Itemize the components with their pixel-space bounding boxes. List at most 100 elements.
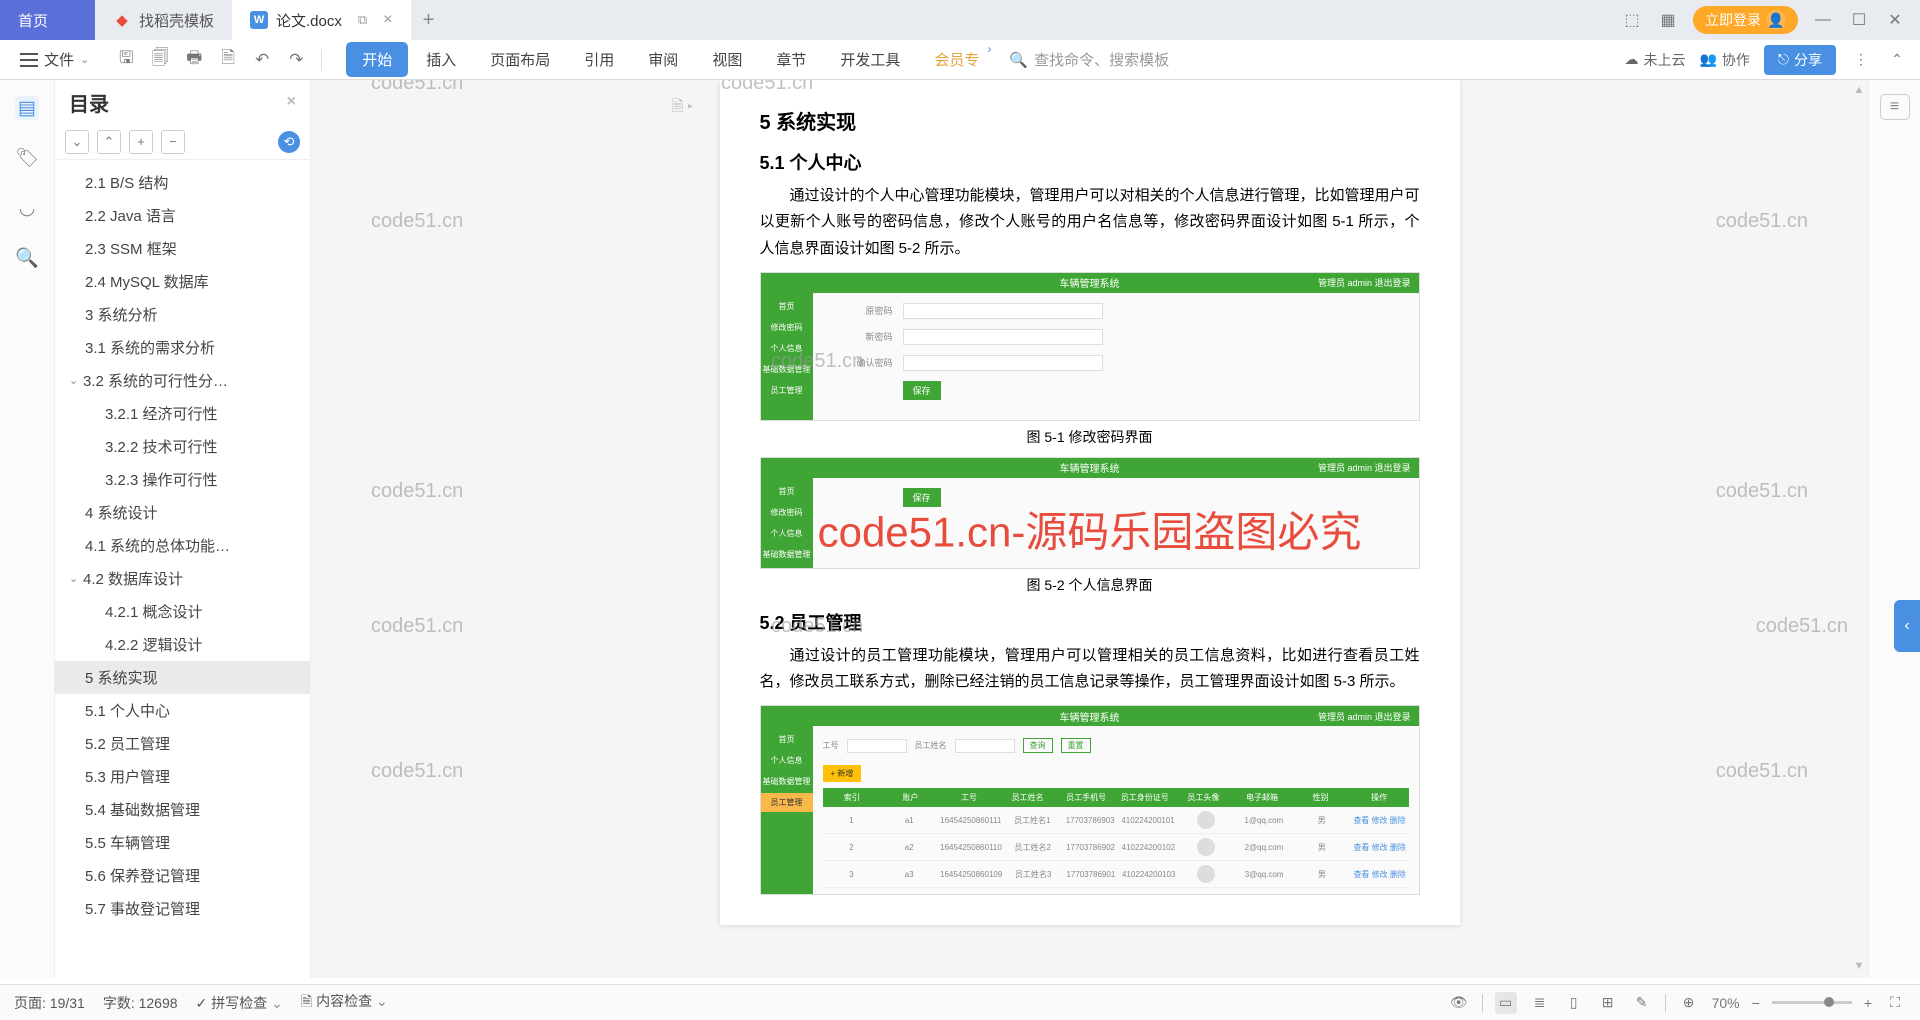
collaborate-button[interactable]: 👥 协作 <box>1699 50 1749 70</box>
title-bar: 首页 ◆ 找稻壳模板 W 论文.docx ⧉ × + ⬚ ▦ 立即登录 👤 — … <box>0 0 1920 40</box>
preview-icon[interactable]: 🗎 <box>217 49 239 71</box>
ribbon-bookmark-icon[interactable]: ◡ <box>15 196 39 220</box>
ribbon-tab-devtools[interactable]: 开发工具 <box>824 42 916 77</box>
search-rail-icon[interactable]: 🔍 <box>15 246 39 270</box>
outline-item[interactable]: 5.3 用户管理 <box>55 760 310 793</box>
right-panel-toggle-icon[interactable]: ≡ <box>1880 94 1910 120</box>
ribbon-tab-member[interactable]: 会员专 <box>918 42 995 77</box>
outline-item[interactable]: 5.2 员工管理 <box>55 727 310 760</box>
close-icon[interactable]: × <box>383 11 392 29</box>
tab-home[interactable]: 首页 <box>0 0 95 40</box>
outline-item[interactable]: 2.2 Java 语言 <box>55 199 310 232</box>
minimize-icon[interactable]: — <box>1812 9 1834 31</box>
eye-icon[interactable]: 👁 <box>1448 992 1470 1014</box>
tab-template[interactable]: ◆ 找稻壳模板 <box>95 0 232 40</box>
view-web-icon[interactable]: ⊞ <box>1597 992 1619 1014</box>
ribbon-tab-view[interactable]: 视图 <box>696 42 758 77</box>
avatar-icon: 👤 <box>1766 10 1786 30</box>
ribbon-tab-insert[interactable]: 插入 <box>410 42 472 77</box>
ribbon-tab-review[interactable]: 审阅 <box>632 42 694 77</box>
spell-check-button[interactable]: ✓拼写检查 <box>196 993 283 1013</box>
search-placeholder: 查找命令、搜索模板 <box>1034 49 1169 70</box>
zoom-in-icon[interactable]: + <box>1864 995 1872 1011</box>
command-search[interactable]: 🔍 查找命令、搜索模板 <box>1009 49 1169 70</box>
outline-item[interactable]: 4.2.2 逻辑设计 <box>55 628 310 661</box>
share-button[interactable]: ⎋ 分享 <box>1764 45 1836 75</box>
more-icon[interactable]: ⋮ <box>1850 49 1872 71</box>
level-up-icon[interactable]: + <box>129 130 153 154</box>
ribbon-tab-section[interactable]: 章节 <box>760 42 822 77</box>
zoom-reset-icon[interactable]: ⊕ <box>1678 992 1700 1014</box>
zoom-out-icon[interactable]: − <box>1752 995 1760 1011</box>
ribbon-tab-references[interactable]: 引用 <box>568 42 630 77</box>
outline-icon[interactable]: ▤ <box>15 96 39 120</box>
status-words[interactable]: 字数: 12698 <box>103 993 178 1013</box>
outline-item[interactable]: 5.5 车辆管理 <box>55 826 310 859</box>
level-down-icon[interactable]: − <box>161 130 185 154</box>
collapse-all-icon[interactable]: ⌄ <box>65 130 89 154</box>
view-outline-icon[interactable]: ≣ <box>1529 992 1551 1014</box>
right-rail: ≡ <box>1868 80 1920 978</box>
document-viewport[interactable]: 🗎 ▸ 5 系统实现 5.1 个人中心 通过设计的个人中心管理功能模块，管理用户… <box>311 80 1868 978</box>
scrollbar[interactable]: ▲ ▼ <box>1852 80 1866 978</box>
sync-icon[interactable]: ⟲ <box>278 131 300 153</box>
watermark: code51.cn <box>371 480 463 503</box>
new-tab-button[interactable]: + <box>411 9 447 32</box>
outline-item[interactable]: 5.6 保养登记管理 <box>55 859 310 892</box>
outline-item[interactable]: 4.1 系统的总体功能… <box>55 529 310 562</box>
outline-item[interactable]: 2.3 SSM 框架 <box>55 232 310 265</box>
heading-5-2: 5.2 员工管理 <box>760 609 1420 635</box>
outline-item[interactable]: 3.2.2 技术可行性 <box>55 430 310 463</box>
edit-icon[interactable]: ✎ <box>1631 992 1653 1014</box>
fullscreen-icon[interactable]: ⛶ <box>1884 992 1906 1014</box>
outline-item[interactable]: 3.1 系统的需求分析 <box>55 331 310 364</box>
outline-item[interactable]: 2.1 B/S 结构 <box>55 166 310 199</box>
outline-item[interactable]: 2.4 MySQL 数据库 <box>55 265 310 298</box>
outline-item[interactable]: 4 系统设计 <box>55 496 310 529</box>
outline-item[interactable]: ⌄4.2 数据库设计 <box>55 562 310 595</box>
save-icon[interactable]: 🖫 <box>115 49 137 71</box>
zoom-slider[interactable] <box>1772 1001 1852 1004</box>
side-handle[interactable]: ‹ <box>1894 600 1920 652</box>
maximize-icon[interactable]: ☐ <box>1848 9 1870 31</box>
view-read-icon[interactable]: ▯ <box>1563 992 1585 1014</box>
layout-icon[interactable]: ⬚ <box>1621 9 1643 31</box>
outline-item[interactable]: 5 系统实现 <box>55 661 310 694</box>
expand-all-icon[interactable]: ⌃ <box>97 130 121 154</box>
paragraph-5-1: 通过设计的个人中心管理功能模块，管理用户可以对相关的个人信息进行管理，比如管理用… <box>760 183 1420 262</box>
redo-icon[interactable]: ↷ <box>285 49 307 71</box>
print-icon[interactable]: 🖶 <box>183 49 205 71</box>
outline-item[interactable]: 3.2.3 操作可行性 <box>55 463 310 496</box>
window-close-icon[interactable]: ✕ <box>1884 9 1906 31</box>
scroll-up-icon[interactable]: ▲ <box>1852 84 1866 98</box>
export-icon[interactable]: 🗐 <box>149 49 171 71</box>
undo-icon[interactable]: ↶ <box>251 49 273 71</box>
outline-list[interactable]: 2.1 B/S 结构2.2 Java 语言2.3 SSM 框架2.4 MySQL… <box>55 160 310 978</box>
scroll-down-icon[interactable]: ▼ <box>1852 960 1866 974</box>
tab-document[interactable]: W 论文.docx ⧉ × <box>232 0 411 40</box>
ribbon-tab-start[interactable]: 开始 <box>346 42 408 77</box>
outline-item[interactable]: 3.2.1 经济可行性 <box>55 397 310 430</box>
page-action-icon[interactable]: 🗎 ▸ <box>672 96 694 121</box>
outline-close-icon[interactable]: × <box>287 93 296 111</box>
content-check-button[interactable]: 🗎内容检查 <box>301 991 388 1015</box>
file-menu[interactable]: 文件 ⌄ <box>12 49 97 70</box>
cloud-status[interactable]: ☁ 未上云 <box>1624 50 1685 70</box>
collab-label: 协作 <box>1722 50 1750 70</box>
view-page-icon[interactable]: ▭ <box>1495 992 1517 1014</box>
outline-item[interactable]: 5.4 基础数据管理 <box>55 793 310 826</box>
outline-item[interactable]: 3 系统分析 <box>55 298 310 331</box>
bookmark-icon[interactable]: 🏷 <box>15 146 39 170</box>
outline-item[interactable]: 4.2.1 概念设计 <box>55 595 310 628</box>
outline-item[interactable]: ⌄3.2 系统的可行性分… <box>55 364 310 397</box>
ribbon-tab-layout[interactable]: 页面布局 <box>474 42 566 77</box>
apps-icon[interactable]: ▦ <box>1657 9 1679 31</box>
outline-toolbar: ⌄ ⌃ + − ⟲ <box>55 124 310 160</box>
outline-item[interactable]: 5.7 事故登记管理 <box>55 892 310 925</box>
outline-item[interactable]: 5.1 个人中心 <box>55 694 310 727</box>
login-button[interactable]: 立即登录 👤 <box>1693 6 1798 34</box>
collapse-icon[interactable]: ⌃ <box>1886 49 1908 71</box>
detach-icon[interactable]: ⧉ <box>358 12 367 28</box>
status-page[interactable]: 页面: 19/31 <box>14 993 85 1013</box>
zoom-value[interactable]: 70% <box>1712 995 1740 1011</box>
